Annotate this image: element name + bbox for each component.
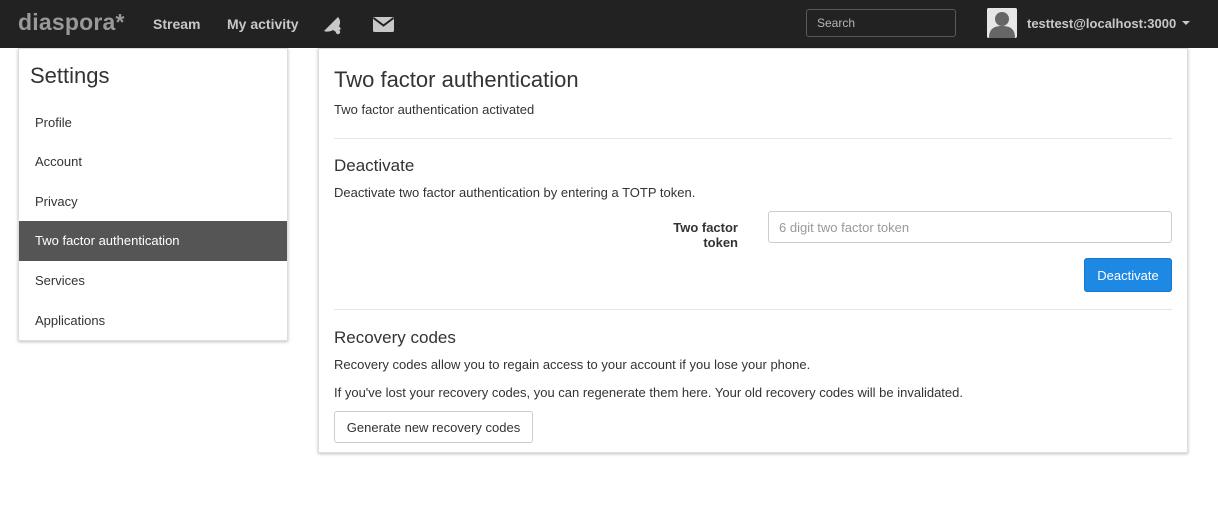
sidebar-item-profile[interactable]: Profile — [19, 103, 287, 143]
page-title: Two factor authentication — [334, 67, 579, 92]
nav-link-stream[interactable]: Stream — [153, 16, 200, 32]
top-navbar: diaspora* Stream My activity testtest@lo… — [0, 0, 1218, 48]
notifications-bell-icon[interactable] — [320, 13, 344, 35]
recovery-codes-regenerate-note: If you've lost your recovery codes, you … — [334, 385, 963, 400]
user-menu[interactable]: testtest@localhost:3000 — [987, 7, 1191, 39]
sidebar-item-account[interactable]: Account — [19, 142, 287, 182]
search-input[interactable] — [806, 9, 956, 37]
status-text: Two factor authentication activated — [334, 102, 535, 117]
sidebar-item-privacy[interactable]: Privacy — [19, 182, 287, 222]
main-panel: Two factor authentication Two factor aut… — [318, 48, 1188, 453]
recovery-codes-description: Recovery codes allow you to regain acces… — [334, 357, 811, 372]
deactivate-description: Deactivate two factor authentication by … — [334, 185, 696, 200]
sidebar-item-applications[interactable]: Applications — [19, 301, 287, 341]
chevron-down-icon — [1182, 21, 1191, 25]
two-factor-token-label: Two factor token — [673, 220, 738, 250]
recovery-codes-heading: Recovery codes — [334, 328, 456, 347]
avatar — [987, 8, 1017, 38]
sidebar-title: Settings — [30, 63, 110, 88]
user-name: testtest@localhost:3000 — [1027, 15, 1177, 31]
nav-link-my-activity[interactable]: My activity — [227, 16, 299, 32]
sidebar-item-services[interactable]: Services — [19, 261, 287, 301]
deactivate-button[interactable]: Deactivate — [1084, 258, 1172, 292]
generate-recovery-codes-button[interactable]: Generate new recovery codes — [334, 411, 533, 443]
sidebar-item-two-factor-authentication[interactable]: Two factor authentication — [19, 221, 287, 261]
deactivate-heading: Deactivate — [334, 156, 415, 175]
envelope-mail-icon[interactable] — [372, 13, 396, 35]
two-factor-token-input[interactable] — [768, 211, 1172, 243]
settings-sidebar: Settings Profile Account Privacy Two fac… — [18, 48, 288, 341]
divider — [334, 138, 1172, 139]
brand-logo[interactable]: diaspora* — [18, 9, 125, 36]
divider — [334, 309, 1172, 310]
